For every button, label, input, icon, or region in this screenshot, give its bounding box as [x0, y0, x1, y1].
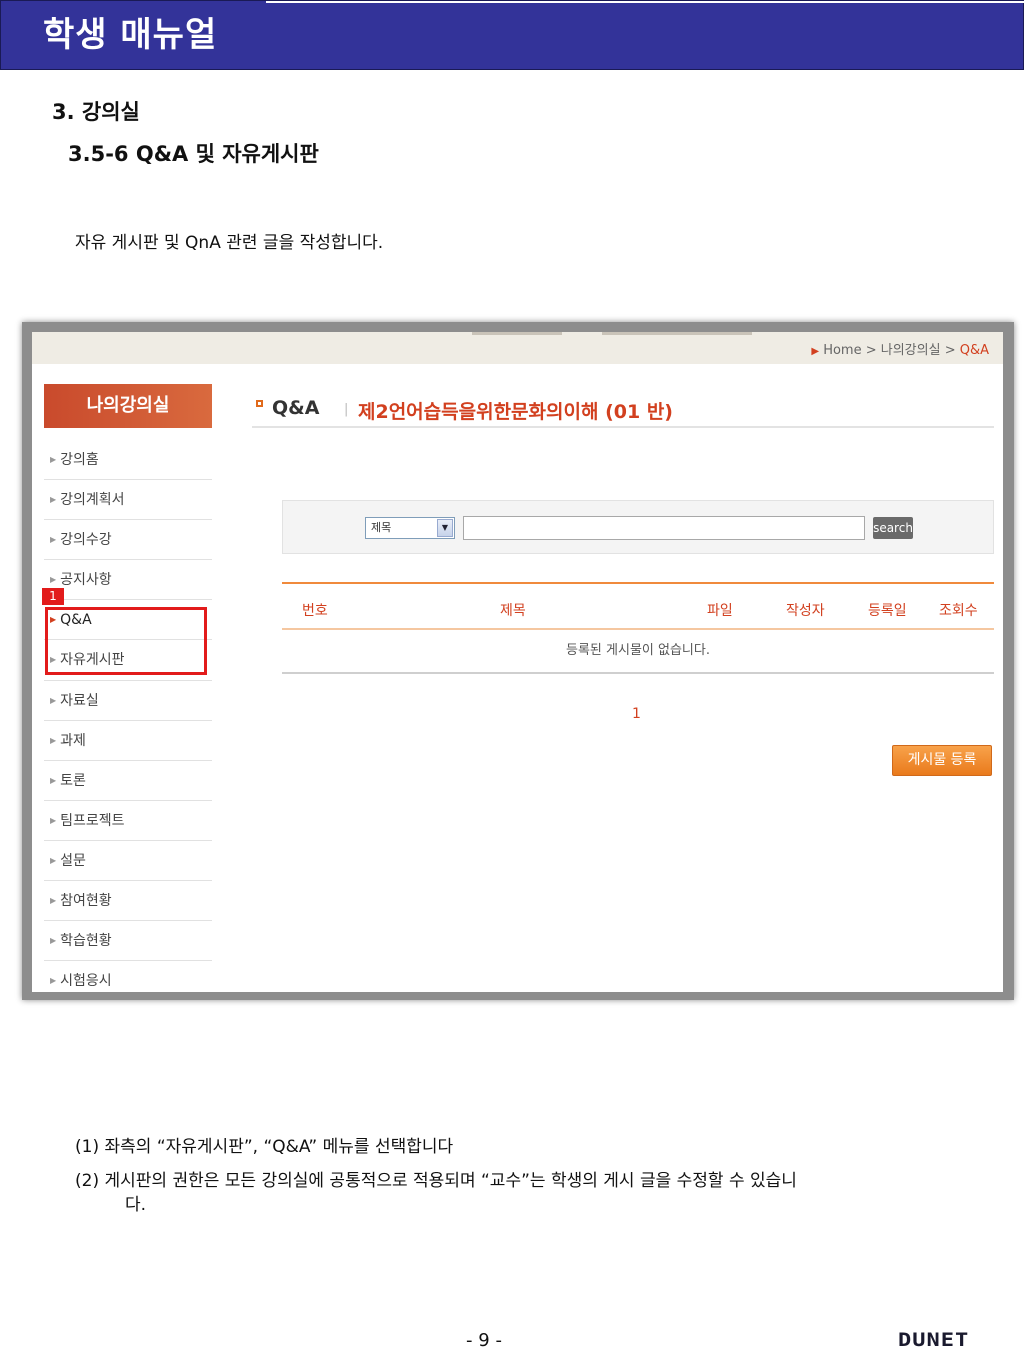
lms-screenshot: ▶ Home > 나의강의실 > Q&A 나의강의실 ▶ 강의홈 ▶ 강의계획서 ▶… — [22, 322, 1014, 1000]
search-area: 제목 ▼ search — [282, 500, 994, 554]
section-title: 3. 강의실 — [52, 100, 140, 124]
triangle-icon: ▶ — [50, 815, 57, 825]
note-item: (2) 게시판의 권한은 모든 강의실에 공통적으로 적용되며 “교수”는 학생… — [75, 1171, 797, 1215]
table-header: 번호 제목 파일 작성자 등록일 조회수 — [282, 582, 994, 630]
triangle-icon: ▶ — [50, 775, 57, 785]
page-title: 학생 매뉴얼 — [43, 15, 218, 55]
col-number: 번호 — [302, 603, 328, 619]
menu-item-lecture-watch[interactable]: ▶ 강의수강 — [44, 520, 212, 561]
menu-item-discussion[interactable]: ▶ 토론 — [44, 761, 212, 801]
search-button[interactable]: search — [873, 517, 913, 539]
header-divider — [266, 1, 1024, 3]
lms-topbar: ▶ Home > 나의강의실 > Q&A — [32, 332, 1003, 364]
course-name: 제2언어습득을위한문화의이해 (01 반) — [358, 401, 673, 423]
triangle-icon: ▶ — [50, 695, 57, 705]
triangle-icon: ▶ — [50, 855, 57, 865]
col-title: 제목 — [500, 603, 526, 619]
triangle-icon: ▶ — [50, 535, 57, 545]
col-author: 작성자 — [786, 603, 825, 619]
square-bullet-icon — [256, 400, 263, 407]
menu-item-archive[interactable]: ▶ 자료실 — [44, 681, 212, 721]
breadcrumb-current: Q&A — [959, 343, 989, 358]
empty-message: 등록된 게시물이 없습니다. — [282, 630, 994, 674]
breadcrumb-home[interactable]: Home — [823, 343, 861, 358]
breadcrumb: ▶ Home > 나의강의실 > Q&A — [811, 343, 989, 358]
board-table: 번호 제목 파일 작성자 등록일 조회수 등록된 게시물이 없습니다. — [282, 582, 994, 674]
search-field-select[interactable]: 제목 ▼ — [365, 517, 455, 539]
menu-item-assignment[interactable]: ▶ 과제 — [44, 721, 212, 761]
page-header: 학생 매뉴얼 — [0, 0, 1024, 70]
triangle-icon: ▶ — [50, 896, 57, 906]
section-subtitle: 3.5-6 Q&A 및 자유게시판 — [68, 142, 319, 166]
notes: (1) 좌측의 “자유게시판”, “Q&A” 메뉴를 선택합니다 (2) 게시판… — [75, 1135, 955, 1227]
col-views: 조회수 — [939, 603, 978, 619]
board-header: Q&A | 제2언어습득을위한문화의이해 (01 반) — [252, 394, 994, 428]
menu-item-lecture-home[interactable]: ▶ 강의홈 — [44, 440, 212, 481]
menu-item-team-project[interactable]: ▶ 팀프로젝트 — [44, 801, 212, 841]
menu-item-exam[interactable]: ▶ 시험응시 — [44, 961, 212, 992]
col-file: 파일 — [707, 603, 733, 619]
dunet-logo: DUNET — [898, 1329, 970, 1352]
menu-item-learning-status[interactable]: ▶ 학습현황 — [44, 921, 212, 962]
triangle-icon: ▶ — [50, 455, 57, 464]
triangle-icon: ▶ — [50, 735, 57, 745]
page-link[interactable]: 1 — [632, 706, 641, 722]
triangle-icon: ▶ — [50, 976, 57, 986]
title-separator: | — [344, 402, 349, 417]
lms-page: ▶ Home > 나의강의실 > Q&A 나의강의실 ▶ 강의홈 ▶ 강의계획서 ▶… — [32, 332, 1003, 992]
menu-item-participation[interactable]: ▶ 참여현황 — [44, 881, 212, 922]
write-post-button[interactable]: 게시물 등록 — [892, 745, 992, 776]
highlight-box — [45, 607, 207, 675]
search-input[interactable] — [463, 516, 865, 540]
highlight-number-tag: 1 — [42, 588, 64, 605]
page-number: - 9 - — [466, 1330, 502, 1351]
chevron-down-icon[interactable]: ▼ — [437, 519, 453, 537]
menu-title: 나의강의실 — [44, 384, 212, 428]
breadcrumb-myclass[interactable]: 나의강의실 — [881, 343, 941, 358]
col-date: 등록일 — [868, 603, 907, 619]
intro-text: 자유 게시판 및 QnA 관련 글을 작성합니다. — [75, 233, 384, 253]
menu-item-notice[interactable]: ▶ 공지사항 — [44, 560, 212, 601]
note-item: (1) 좌측의 “자유게시판”, “Q&A” 메뉴를 선택합니다 — [75, 1137, 454, 1157]
breadcrumb-arrow-icon: ▶ — [811, 346, 820, 357]
menu-item-survey[interactable]: ▶ 설문 — [44, 841, 212, 882]
triangle-icon: ▶ — [50, 575, 57, 585]
menu-item-syllabus[interactable]: ▶ 강의계획서 — [44, 480, 212, 521]
side-menu: ▶ 강의홈 ▶ 강의계획서 ▶ 강의수강 ▶ 공지사항 ▶ Q&A ▶ 자유게시판 ▶ 자료실… — [44, 440, 212, 992]
board-name: Q&A — [272, 397, 320, 419]
triangle-icon: ▶ — [50, 495, 57, 505]
triangle-icon: ▶ — [50, 936, 57, 946]
